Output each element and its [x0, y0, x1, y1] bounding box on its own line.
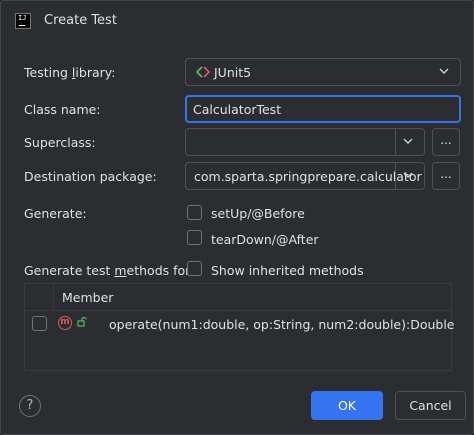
- intellij-app-icon: IJ: [15, 13, 31, 29]
- table-row[interactable]: m operate(num1:double, op:String, num2:d…: [25, 312, 455, 338]
- generate-label: Generate:: [24, 206, 87, 221]
- show-inherited-checkbox[interactable]: [187, 261, 202, 276]
- testing-library-value: JUnit5: [214, 65, 252, 80]
- title-bar: IJ Create Test: [1, 1, 473, 41]
- class-name-label: Class name:: [24, 102, 101, 117]
- class-name-input[interactable]: CalculatorTest: [185, 95, 461, 123]
- superclass-combo[interactable]: [185, 128, 425, 156]
- members-table: Member m operate(num1:double, op:String,…: [24, 283, 455, 371]
- show-inherited-label[interactable]: Show inherited methods: [211, 263, 364, 278]
- class-name-value: CalculatorTest: [193, 102, 282, 117]
- create-test-dialog: IJ Create Test Testing library: JUnit5 C…: [0, 0, 474, 435]
- member-row-checkbox[interactable]: [32, 316, 47, 331]
- teardown-checkbox[interactable]: [187, 230, 202, 245]
- destination-package-value[interactable]: com.sparta.springprepare.calculator: [194, 169, 422, 184]
- chevron-down-icon[interactable]: [402, 169, 414, 181]
- method-signature: operate(num1:double, op:String, num2:dou…: [109, 317, 455, 332]
- help-button[interactable]: ?: [19, 395, 41, 417]
- app-icon-text: IJ: [18, 14, 27, 22]
- setup-checkbox-label[interactable]: setUp/@Before: [211, 206, 305, 221]
- superclass-browse-button[interactable]: ...: [432, 128, 460, 156]
- chevron-down-icon: [439, 68, 449, 74]
- member-column-header[interactable]: Member: [62, 290, 113, 305]
- method-icon: m: [58, 316, 72, 330]
- table-header: Member: [25, 284, 451, 311]
- destination-package-combo[interactable]: com.sparta.springprepare.calculator: [185, 162, 425, 190]
- testing-library-label: Testing library:: [24, 65, 116, 80]
- destination-package-label: Destination package:: [24, 169, 157, 184]
- setup-checkbox[interactable]: [187, 205, 202, 220]
- testing-library-select[interactable]: JUnit5: [185, 58, 461, 86]
- destination-package-browse-button[interactable]: ...: [432, 162, 460, 190]
- test-methods-label: Generate test methods for:: [24, 263, 195, 278]
- dialog-title: Create Test: [44, 13, 117, 28]
- chevron-down-icon[interactable]: [402, 135, 414, 147]
- superclass-label: Superclass:: [24, 135, 96, 150]
- ok-button[interactable]: OK: [311, 391, 383, 420]
- junit-icon: [196, 66, 210, 78]
- public-access-icon: [77, 317, 87, 327]
- teardown-checkbox-label[interactable]: tearDown/@After: [211, 232, 319, 247]
- cancel-button[interactable]: Cancel: [395, 391, 466, 420]
